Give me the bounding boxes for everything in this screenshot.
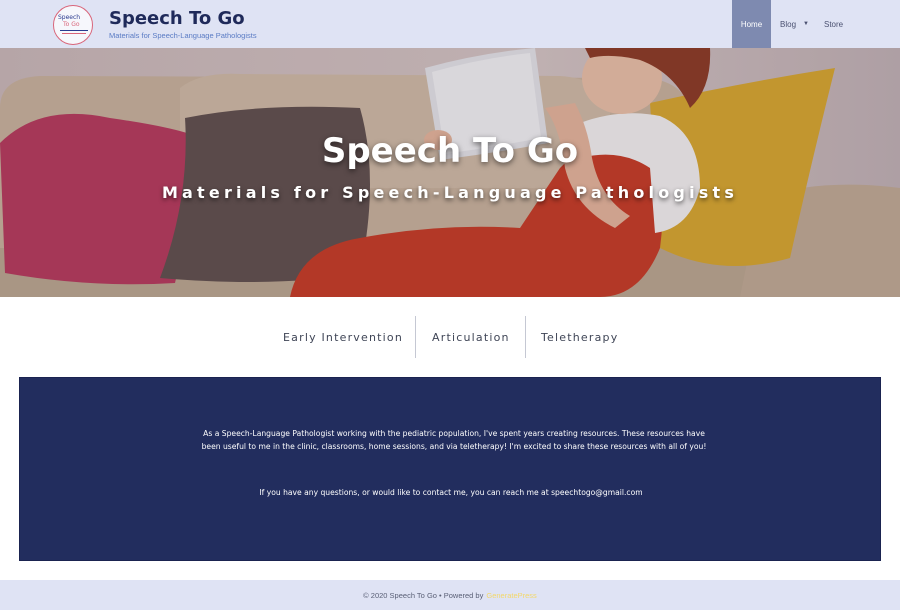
divider (525, 316, 526, 358)
nav-item-blog[interactable]: Blog ▼ (771, 0, 823, 48)
hero-background-image (0, 48, 900, 297)
logo-rule (62, 33, 86, 34)
logo-rule (60, 30, 88, 31)
footer-copyright: © 2020 Speech To Go • Powered by (363, 590, 484, 600)
intro-paragraph: As a Speech-Language Pathologist working… (201, 429, 707, 451)
category-link-early-intervention[interactable]: Early Intervention (283, 316, 403, 358)
site-footer: © 2020 Speech To Go • Powered by Generat… (0, 580, 900, 610)
nav-item-label: Blog (780, 19, 797, 29)
logo-text-line2: To Go (63, 21, 80, 28)
site-title[interactable]: Speech To Go (109, 8, 245, 29)
category-link-articulation[interactable]: Articulation (432, 316, 510, 358)
nav-item-label: Home (740, 19, 763, 29)
site-logo[interactable]: Speech To Go (53, 5, 93, 45)
site-tagline: Materials for Speech-Language Pathologis… (109, 31, 257, 40)
intro-box: As a Speech-Language Pathologist working… (19, 377, 881, 561)
nav-item-label: Store (824, 19, 844, 29)
nav-item-home[interactable]: Home (732, 0, 771, 48)
divider (415, 316, 416, 358)
nav-item-store[interactable]: Store (823, 0, 863, 48)
main-nav: Home Blog ▼ Store (732, 0, 863, 48)
logo-text-line1: Speech (58, 14, 81, 21)
hero-subtitle: Materials for Speech-Language Pathologis… (161, 183, 739, 202)
footer-powered-link[interactable]: GeneratePress (486, 591, 536, 600)
chevron-down-icon: ▼ (803, 21, 809, 27)
contact-paragraph: If you have any questions, or would like… (259, 488, 643, 497)
site-header: Speech To Go Speech To Go Materials for … (0, 0, 900, 48)
category-links: Early Intervention Articulation Telether… (0, 316, 900, 358)
category-link-teletherapy[interactable]: Teletherapy (541, 316, 618, 358)
hero-banner: Speech To Go Materials for Speech-Langua… (0, 48, 900, 297)
hero-title: Speech To Go (321, 131, 579, 171)
